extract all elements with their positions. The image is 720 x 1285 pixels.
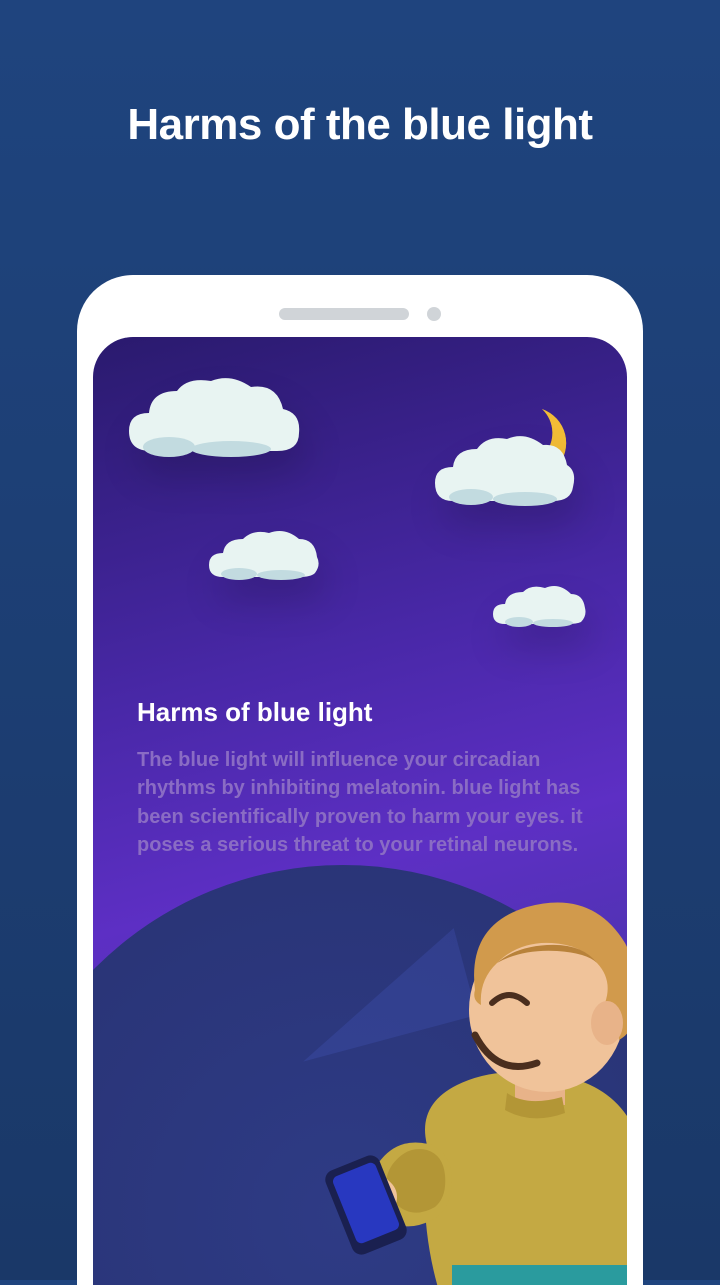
cloud-icon [429,429,579,519]
page-title: Harms of the blue light [0,0,720,150]
phone-mockup: Harms of blue light The blue light will … [77,275,643,1285]
camera-icon [427,307,441,321]
speaker-icon [279,308,409,320]
character-illustration [297,835,627,1285]
cloud-icon [203,525,323,587]
cloud-icon [121,373,307,473]
content-heading: Harms of blue light [137,697,583,728]
app-screen: Harms of blue light The blue light will … [93,337,627,1285]
phone-notch [279,307,441,321]
cloud-icon [489,582,589,632]
